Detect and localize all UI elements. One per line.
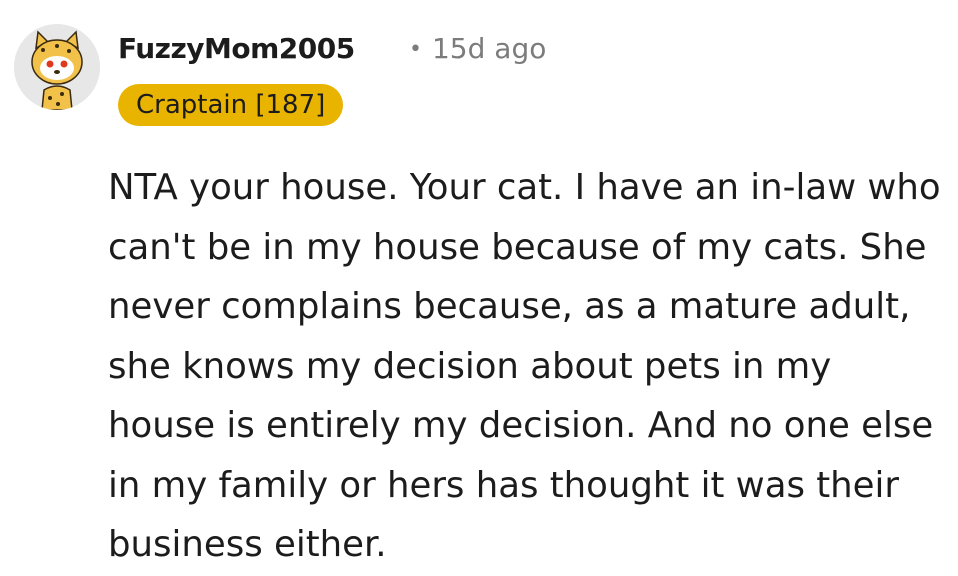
user-flair-badge: Craptain [187] bbox=[118, 84, 344, 126]
username[interactable]: FuzzyMom2005 bbox=[118, 29, 355, 69]
snoo-cheetah-avatar-icon bbox=[14, 24, 100, 110]
separator-dot: • bbox=[409, 37, 422, 62]
comment-body: NTA your house. Your cat. I have an in-l… bbox=[108, 167, 941, 565]
user-avatar[interactable] bbox=[14, 24, 100, 110]
timestamp[interactable]: 15d ago bbox=[432, 32, 546, 65]
comment-meta: • 15d ago bbox=[409, 29, 546, 72]
